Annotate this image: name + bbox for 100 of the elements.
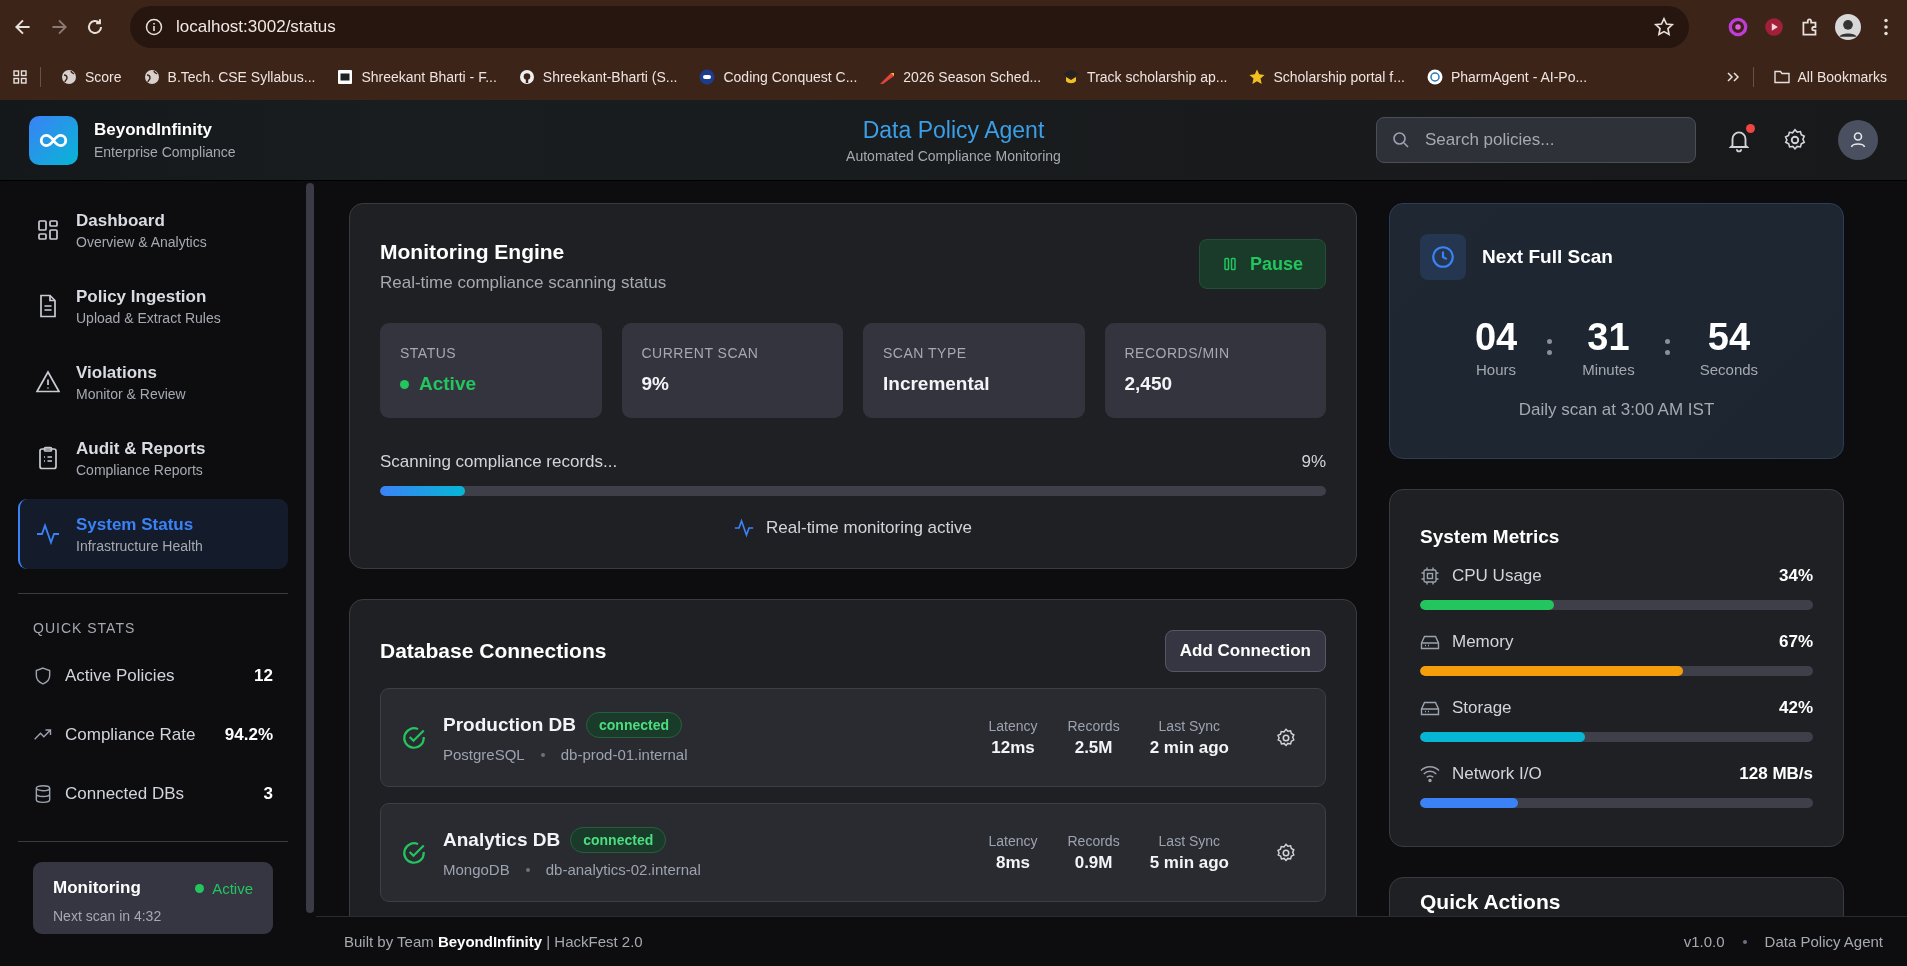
status-value: Active [400,373,582,395]
stat-label: Compliance Rate [65,724,196,745]
apps-icon[interactable] [12,69,28,85]
database-name: Production DB [443,714,576,736]
status-badge: connected [586,712,682,738]
metric-label: Last Sync [1158,717,1221,734]
ring-icon [1426,69,1443,85]
card-title: Monitoring Engine [380,240,566,264]
database-icon [33,783,53,804]
nav-item[interactable]: Policy Ingestion Upload & Extract Rules [18,271,288,341]
stat-label: STATUS [400,345,458,361]
dashboard-icon [36,218,60,242]
metric-value: 128 MB/s [1739,764,1813,784]
countdown-unit: Seconds [1699,361,1759,378]
chip-icon [1420,566,1440,586]
extension-icon[interactable] [1763,16,1785,38]
bookmark[interactable]: Scholarship portal f... [1241,65,1413,89]
profile-avatar[interactable] [1835,14,1861,40]
star-icon[interactable] [1653,16,1675,38]
bookmark[interactable]: Shreekant Bharti - F... [329,65,505,89]
metric-label: CPU Usage [1452,566,1542,586]
search-field[interactable]: Search policies... [1376,117,1696,163]
countdown-value: 04 [1474,316,1518,359]
card-title: System Metrics [1420,526,1561,548]
database-engine: PostgreSQL [443,746,525,763]
add-connection-button[interactable]: Add Connection [1164,630,1326,672]
bookmark[interactable]: Track scholarship ap... [1055,65,1236,89]
all-bookmarks-button[interactable]: All Bookmarks [1765,65,1895,89]
schedule-note: Daily scan at 3:00 AM IST [1518,400,1715,420]
metric-label: Latency [988,832,1038,849]
metric-value: 8ms [995,852,1030,873]
stat-value: 3 [263,783,273,804]
metric-label: Storage [1452,698,1512,718]
figure-icon [518,69,535,85]
database-engine: MongoDB [443,861,510,878]
metric-value: 12ms [991,737,1035,758]
scrollbar[interactable] [306,183,314,913]
stat-value: 12 [254,665,273,686]
infinity-logo-icon [29,115,78,165]
dot-separator [540,752,545,757]
metric-label: Records [1067,717,1120,734]
card-subtitle: Real-time compliance scanning status [380,273,667,293]
stat-label: SCAN TYPE [883,345,968,361]
bookmark[interactable]: 2026 Season Sched... [871,65,1050,89]
pause-icon [1221,256,1238,272]
next-scan-text: Next scan in 4:32 [53,908,163,924]
dot-separator [525,867,530,872]
section-heading: QUICK STATS [32,619,137,638]
database-row[interactable]: Production DB connected PostgreSQL db-prod-01.internal Latency 12ms Records 2.5M Last Sync 2 min ago [380,688,1326,787]
settings-icon[interactable] [1275,726,1297,749]
bookmark[interactable]: Score [53,65,130,89]
globe-icon [143,69,160,85]
address-bar[interactable]: localhost:3002/status [130,6,1689,48]
nav-item[interactable]: Audit & Reports Compliance Reports [18,423,288,493]
info-icon[interactable] [144,17,164,37]
app-subtitle: Automated Compliance Monitoring [846,147,1061,164]
bookmark[interactable]: PharmAgent - AI-Po... [1418,65,1596,89]
metric-value: 2.5M [1074,737,1113,758]
bookmark[interactable]: Coding Conquest C... [691,65,866,89]
dot-separator [1742,939,1747,944]
metric-value: 67% [1778,632,1813,652]
metric-label: Memory [1452,632,1514,652]
stat-value: 94.2% [224,724,273,745]
nav-item[interactable]: System Status Infrastructure Health [18,499,288,569]
progress-label: Scanning compliance records... [380,452,618,472]
stat-label: RECORDS/MIN [1124,345,1231,361]
card-title: Quick Actions [1420,890,1561,913]
warning-icon [36,370,60,394]
metric-value: 2 min ago [1149,737,1229,758]
clock-icon [1420,234,1466,280]
pause-button[interactable]: Pause [1198,239,1326,289]
bookmark[interactable]: B.Tech. CSE Syllabus... [135,65,324,89]
stat-label: CURRENT SCAN [641,345,760,361]
countdown-value: 31 [1587,316,1630,359]
countdown-value: 54 [1707,316,1751,359]
colon-separator [1547,339,1553,355]
extension-icon[interactable] [1727,16,1749,38]
database-row[interactable]: Analytics DB connected MongoDB db-analytics-02.internal Latency 8ms Records 0.9M Last Sync 5 min ago [380,803,1326,902]
metric-label: Last Sync [1158,832,1221,849]
app-title: Data Policy Agent [862,116,1045,144]
globe-icon [61,69,77,85]
activity-icon [36,522,60,546]
database-host: db-prod-01.internal [560,746,688,763]
star-icon [1249,69,1266,85]
bookmark[interactable]: Shreekant-Bharti (S... [510,65,686,89]
shield-icon [33,665,53,686]
metric-value: 0.9M [1074,852,1113,873]
version-text: v1.0.0 [1683,933,1725,950]
wifi-icon [1420,764,1440,784]
settings-icon[interactable] [1275,841,1297,864]
countdown-unit: Hours [1476,361,1517,378]
metric-label: Records [1067,832,1120,849]
oval-icon [699,69,716,85]
card-title: Next Full Scan [1482,246,1613,268]
database-host: db-analytics-02.internal [545,861,701,878]
nav-item[interactable]: Dashboard Overview & Analytics [18,195,288,265]
nav-item[interactable]: Violations Monitor & Review [18,347,288,417]
user-avatar[interactable] [1838,120,1878,160]
graduation-cap-icon [1063,69,1080,85]
product-name: Data Policy Agent [1764,933,1883,950]
